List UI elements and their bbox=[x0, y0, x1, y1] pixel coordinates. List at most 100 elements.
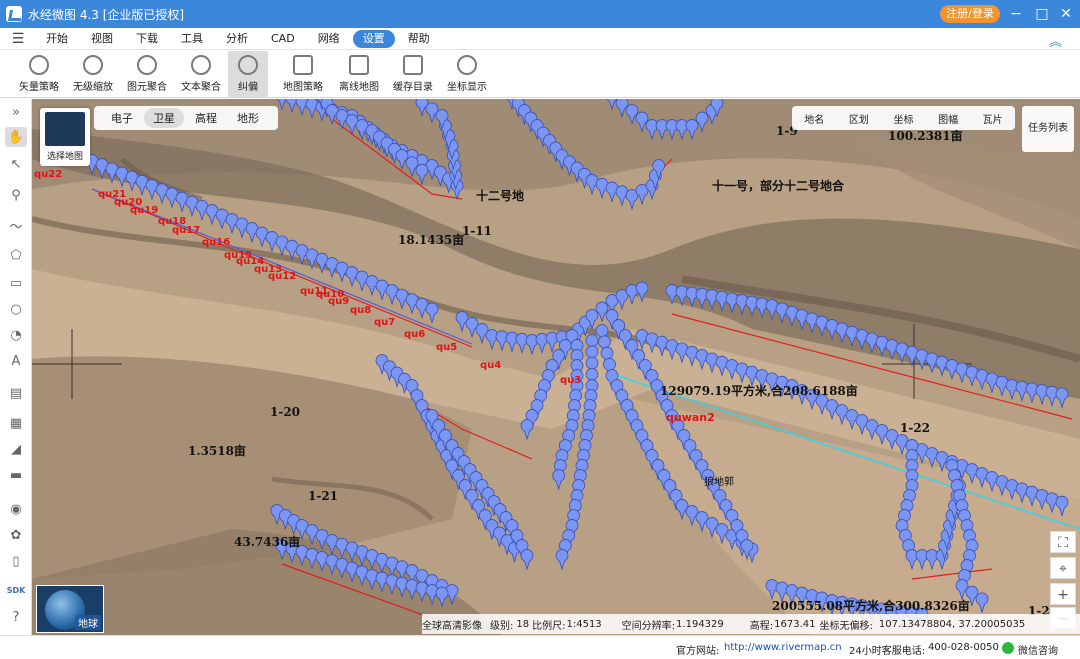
menu-view[interactable]: 视图 bbox=[81, 30, 123, 48]
login-button[interactable]: 注册/登录 bbox=[940, 5, 1000, 23]
polygon-icon[interactable]: ⬠ bbox=[5, 245, 27, 265]
zoom-in-button[interactable]: + bbox=[1050, 583, 1076, 605]
menu-download[interactable]: 下载 bbox=[126, 30, 168, 48]
collapse-ribbon-icon[interactable]: ︽ bbox=[1049, 31, 1062, 50]
scale-value: 1:4513 bbox=[566, 618, 602, 630]
point-label: qu7 bbox=[374, 317, 396, 328]
website-link[interactable]: http://www.rivermap.cn bbox=[724, 642, 842, 653]
layer-placenames[interactable]: 地名 bbox=[804, 111, 824, 126]
zoom-icon bbox=[83, 55, 103, 75]
clear-icon[interactable]: ▬ bbox=[5, 465, 27, 485]
point-label: qu19 bbox=[130, 205, 159, 216]
sdk-icon[interactable]: SDK bbox=[5, 580, 27, 600]
circle-icon[interactable]: ○ bbox=[5, 299, 27, 319]
layer-sheets[interactable]: 图幅 bbox=[938, 111, 958, 126]
point-label: qu16 bbox=[202, 237, 231, 248]
rectangle-icon[interactable]: ▭ bbox=[5, 273, 27, 293]
map-label: 十二号地 bbox=[476, 189, 525, 203]
tool-map-strategy[interactable]: 地图策略 bbox=[274, 51, 332, 97]
point-label: qu6 bbox=[404, 329, 426, 340]
satellite-imagery bbox=[32, 99, 1080, 635]
map-label: 43.7436亩 bbox=[234, 535, 301, 549]
map-type-terrain[interactable]: 地形 bbox=[228, 108, 268, 128]
mobile-icon[interactable]: ▯ bbox=[5, 551, 27, 571]
pin-icon[interactable]: ⚲ bbox=[5, 185, 27, 205]
tool-text-cluster[interactable]: 文本聚合 bbox=[174, 51, 228, 97]
map-label: 200555.08平方米,合300.8326亩 bbox=[772, 599, 970, 613]
menu-start[interactable]: 开始 bbox=[36, 30, 78, 48]
sector-icon[interactable]: ◔ bbox=[5, 325, 27, 345]
layer-boundaries[interactable]: 区划 bbox=[849, 111, 869, 126]
vector-strategy-icon bbox=[29, 55, 49, 75]
map-label: 1-22 bbox=[900, 421, 931, 435]
menu-help[interactable]: 帮助 bbox=[398, 30, 440, 48]
point-label: qu9 bbox=[328, 296, 350, 307]
wechat-icon bbox=[1002, 642, 1014, 654]
map-type-satellite[interactable]: 卫星 bbox=[144, 108, 184, 128]
map-canvas[interactable]: 十二号地 十一号，部分十二号地合 18.1435亩 1-11 1-9 100.2… bbox=[32, 99, 1080, 635]
phone-label: 24小时客服电话: bbox=[849, 646, 926, 657]
menu-settings[interactable]: 设置 bbox=[352, 29, 395, 48]
map-label: 十一号，部分十二号地合 bbox=[712, 179, 845, 193]
layer-tiles[interactable]: 瓦片 bbox=[983, 111, 1003, 126]
pan-hand-icon[interactable]: ✋ bbox=[5, 127, 27, 147]
map-label: 1-20 bbox=[270, 405, 301, 419]
layer-coordinates[interactable]: 坐标 bbox=[893, 111, 913, 126]
map-label: 18.1435亩 bbox=[398, 233, 465, 247]
menu-analysis[interactable]: 分析 bbox=[216, 30, 258, 48]
measure-ruler-icon[interactable]: ▤ bbox=[5, 383, 27, 403]
globe-view-button[interactable]: 地球 bbox=[36, 585, 104, 633]
map-selector-button[interactable]: 选择地图 bbox=[40, 108, 90, 166]
offline-map-icon bbox=[349, 55, 369, 75]
select-arrow-icon[interactable]: ↖ bbox=[5, 154, 27, 174]
left-toolbar: » ✋ ↖ ⚲ 〜 ⬠ ▭ ○ ◔ A ▤ ▦ ◢ ▬ ◉ ✿ ▯ SDK ? bbox=[0, 99, 32, 635]
map-label: 1.3518亩 bbox=[188, 444, 246, 458]
maximize-icon[interactable]: □ bbox=[1030, 4, 1054, 24]
route-icon[interactable]: ✿ bbox=[5, 525, 27, 545]
point-label: qu4 bbox=[480, 360, 502, 371]
menu-network[interactable]: 网络 bbox=[308, 30, 350, 48]
map-label: 129079.19平方米,合208.6188亩 bbox=[660, 384, 858, 398]
menu-cad[interactable]: CAD bbox=[261, 30, 305, 48]
level-label: 级别: bbox=[490, 620, 514, 632]
overlay-layer-bar: 地名 区划 坐标 图幅 瓦片 bbox=[792, 106, 1015, 130]
app-title: 水经微图 4.3 [企业版已授权] bbox=[28, 7, 185, 22]
map-label: 1-21 bbox=[308, 489, 339, 503]
layer-icon[interactable]: ◉ bbox=[5, 499, 27, 519]
text-icon[interactable]: A bbox=[5, 351, 27, 371]
point-label: qu17 bbox=[172, 225, 201, 236]
tool-cache-dir[interactable]: 缓存目录 bbox=[386, 51, 440, 97]
point-label: qu3 bbox=[560, 375, 582, 386]
menu-bar: ☰ 开始 视图 下载 工具 分析 CAD 网络 设置 帮助 ︽ bbox=[0, 28, 1080, 50]
elevation-value: 1673.41 bbox=[774, 618, 816, 630]
tool-stepless-zoom[interactable]: 无级缩放 bbox=[66, 51, 120, 97]
point-label: qu5 bbox=[436, 342, 458, 353]
fullscreen-icon[interactable]: ⛶ bbox=[1050, 531, 1076, 553]
map-type-vector[interactable]: 电子 bbox=[102, 108, 142, 128]
expand-icon[interactable]: » bbox=[5, 102, 27, 122]
wechat-consult-link[interactable]: 微信咨询 bbox=[1018, 642, 1058, 657]
elevation-label: 高程: bbox=[749, 620, 774, 632]
phone-number: 400-028-0050 bbox=[928, 642, 999, 653]
elevation-profile-icon[interactable]: ◢ bbox=[5, 439, 27, 459]
map-type-elevation[interactable]: 高程 bbox=[186, 108, 226, 128]
tool-vector-strategy[interactable]: 矢量策略 bbox=[12, 51, 66, 97]
status-bar: 官方网站: http://www.rivermap.cn 24小时客服电话: 4… bbox=[0, 635, 1080, 659]
minimize-icon[interactable]: − bbox=[1004, 4, 1028, 24]
locate-icon[interactable]: ⌖ bbox=[1050, 557, 1076, 579]
tool-element-cluster[interactable]: 图元聚合 bbox=[120, 51, 174, 97]
resolution-label: 空间分辨率: bbox=[621, 620, 676, 632]
map-label: 1-11 bbox=[462, 224, 493, 238]
world-map-thumbnail bbox=[45, 112, 85, 146]
help-icon[interactable]: ? bbox=[5, 607, 27, 627]
task-list-button[interactable]: 任务列表 bbox=[1022, 106, 1074, 152]
tool-offline-map[interactable]: 离线地图 bbox=[332, 51, 386, 97]
tool-coord-display[interactable]: 坐标显示 bbox=[440, 51, 494, 97]
text-cluster-icon bbox=[191, 55, 211, 75]
close-icon[interactable]: ✕ bbox=[1054, 4, 1078, 24]
polyline-icon[interactable]: 〜 bbox=[5, 215, 27, 235]
hamburger-menu-icon[interactable]: ☰ bbox=[0, 31, 36, 47]
area-measure-icon[interactable]: ▦ bbox=[5, 413, 27, 433]
menu-tools[interactable]: 工具 bbox=[171, 30, 213, 48]
tool-rectify[interactable]: 纠偏 bbox=[228, 51, 268, 97]
